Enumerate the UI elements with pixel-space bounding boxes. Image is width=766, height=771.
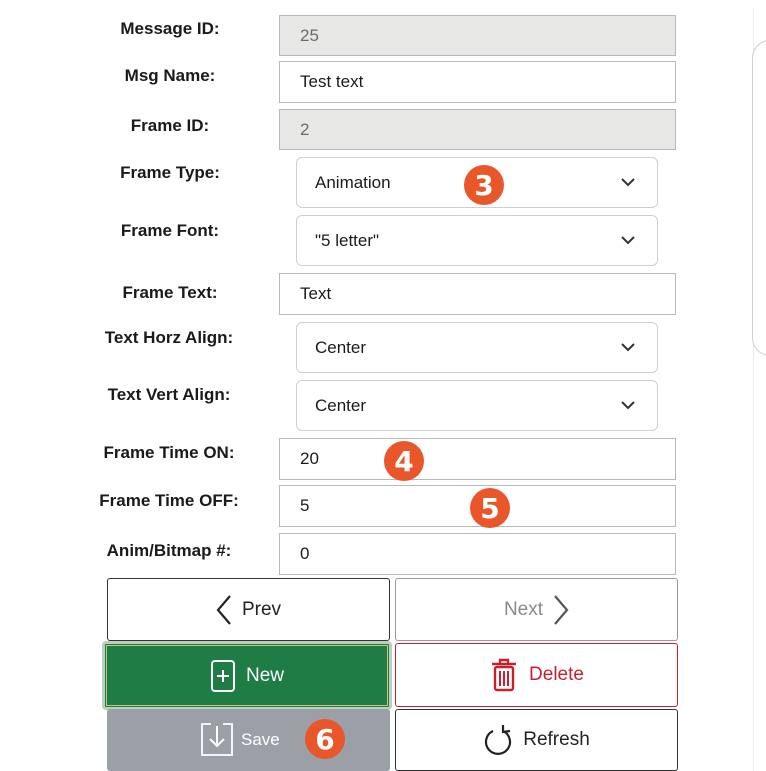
side-panel (752, 40, 766, 356)
step-badge-3: 3 (464, 165, 504, 205)
text-vert-align-select[interactable]: Center (296, 380, 658, 431)
plus-icon (210, 659, 236, 693)
refresh-label: Refresh (523, 729, 590, 750)
frame-type-value: Animation (315, 172, 391, 192)
anim-bitmap-field[interactable]: 0 (279, 533, 676, 575)
text-horz-align-select[interactable]: Center (296, 322, 658, 373)
message-id-field: 25 (279, 15, 676, 56)
next-label: Next (503, 598, 544, 620)
step-badge-4: 4 (384, 441, 424, 481)
frame-time-on-field[interactable]: 20 (279, 438, 676, 480)
msg-name-label: Msg Name: (124, 66, 216, 85)
anim-bitmap-label: Anim/Bitmap #: (106, 541, 232, 560)
prev-label: Prev (241, 598, 282, 620)
delete-label: Delete (529, 664, 584, 685)
save-icon (199, 722, 235, 758)
text-vert-align-value: Center (315, 395, 367, 415)
save-label: Save (241, 730, 280, 749)
frame-id-field: 2 (279, 109, 676, 150)
frame-font-select[interactable]: "5 letter" (296, 215, 658, 266)
chevron-down-icon (621, 178, 635, 187)
save-button[interactable]: Save (107, 709, 390, 771)
refresh-button[interactable]: Refresh (395, 709, 678, 771)
frame-text-field[interactable]: Text (279, 273, 676, 315)
frame-font-value: "5 letter" (315, 230, 380, 250)
chevron-left-icon (216, 594, 232, 626)
text-vert-align-label: Text Vert Align: (107, 385, 231, 404)
delete-button[interactable]: Delete (395, 643, 678, 707)
text-horz-align-value: Center (315, 337, 367, 357)
text-horz-align-label: Text Horz Align: (104, 328, 234, 347)
refresh-icon (483, 723, 513, 757)
frame-id-label: Frame ID: (130, 116, 210, 135)
msg-name-field[interactable]: Test text (279, 61, 676, 103)
trash-icon (489, 657, 519, 693)
chevron-down-icon (621, 343, 635, 352)
frame-type-label: Frame Type: (120, 163, 220, 182)
frame-time-on-label: Frame Time ON: (103, 443, 235, 462)
frame-font-label: Frame Font: (120, 221, 220, 240)
frame-time-off-label: Frame Time OFF: (99, 491, 239, 510)
frame-text-label: Frame Text: (122, 283, 218, 302)
step-badge-5: 5 (470, 488, 510, 528)
chevron-down-icon (621, 236, 635, 245)
prev-button[interactable]: Prev (107, 578, 390, 641)
step-badge-6: 6 (305, 719, 345, 759)
chevron-right-icon (553, 594, 569, 626)
message-id-label: Message ID: (120, 19, 220, 38)
next-button[interactable]: Next (395, 578, 678, 641)
new-button[interactable]: New (102, 641, 392, 710)
new-label: New (245, 664, 284, 686)
chevron-down-icon (621, 401, 635, 410)
